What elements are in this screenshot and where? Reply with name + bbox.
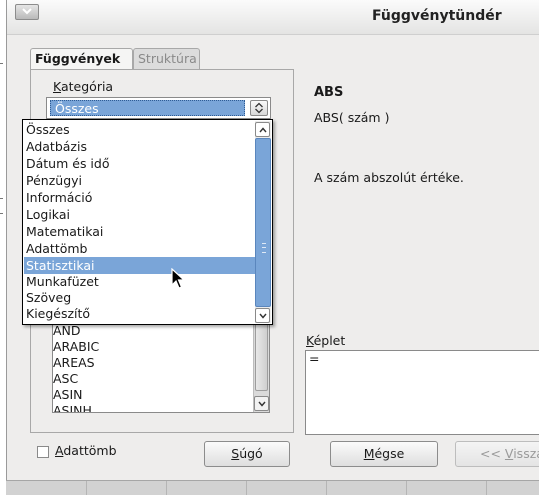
dropdown-option-matematikai[interactable]: Matematikai bbox=[24, 223, 255, 240]
dropdown-option-adattomb[interactable]: Adattömb bbox=[24, 240, 255, 257]
edge-mark bbox=[0, 213, 3, 214]
combo-arrow-button[interactable] bbox=[250, 100, 268, 116]
array-checkbox-label[interactable]: Adattömb bbox=[55, 443, 117, 458]
strip-divider bbox=[166, 481, 167, 495]
dropdown-option-adatbazis[interactable]: Adatbázis bbox=[24, 138, 255, 155]
strip-divider bbox=[246, 481, 247, 495]
mouse-pointer-icon bbox=[171, 268, 186, 289]
window-title: Függvénytündér bbox=[372, 8, 502, 24]
title-bar: Függvénytündér bbox=[7, 0, 539, 35]
tab-struktura[interactable]: Struktúra bbox=[133, 48, 200, 69]
list-item[interactable]: ASINH bbox=[53, 403, 92, 412]
tab-fuggvenyek[interactable]: Függvények bbox=[30, 48, 133, 71]
dropdown-option-penzugyi[interactable]: Pénzügyi bbox=[24, 172, 255, 189]
grip-icon bbox=[262, 243, 266, 253]
dropdown-option-szoveg[interactable]: Szöveg bbox=[24, 289, 255, 306]
edge-mark bbox=[0, 198, 3, 199]
scroll-up-button[interactable] bbox=[255, 122, 270, 137]
dropdown-option-logikai[interactable]: Logikai bbox=[24, 206, 255, 223]
formula-label: Képlet bbox=[306, 333, 346, 348]
dropdown-scrollbar[interactable] bbox=[255, 121, 271, 323]
function-syntax: ABS( szám ) bbox=[314, 110, 390, 125]
bottom-strip bbox=[6, 480, 539, 495]
strip-divider bbox=[326, 481, 327, 495]
list-item[interactable]: AREAS bbox=[53, 355, 95, 371]
chevron-down-icon bbox=[22, 8, 32, 15]
chevron-down-icon bbox=[258, 401, 266, 407]
dropdown-option-datum[interactable]: Dátum és idő bbox=[24, 155, 255, 172]
strip-divider bbox=[406, 481, 407, 495]
list-item[interactable]: ASC bbox=[53, 371, 78, 387]
edge-mark bbox=[0, 63, 3, 64]
scroll-down-button[interactable] bbox=[254, 396, 269, 411]
help-button[interactable]: Súgó bbox=[204, 441, 290, 467]
list-item[interactable]: ASIN bbox=[53, 387, 83, 403]
back-button[interactable]: << Vissza bbox=[455, 441, 539, 467]
dropdown-option-kiegeszito[interactable]: Kiegészítő bbox=[24, 305, 255, 322]
category-combobox[interactable]: Összes bbox=[46, 97, 271, 119]
category-label: Kategória bbox=[53, 79, 114, 94]
chevron-down-icon bbox=[259, 313, 267, 319]
function-name: ABS bbox=[314, 85, 344, 100]
list-item[interactable]: ARABIC bbox=[53, 339, 99, 355]
dropdown-option-statisztikai[interactable]: Statisztikai bbox=[24, 257, 255, 274]
array-checkbox[interactable] bbox=[37, 446, 49, 458]
chevron-up-icon bbox=[259, 127, 267, 133]
list-item[interactable]: AND bbox=[53, 323, 81, 339]
scrollbar-thumb[interactable] bbox=[255, 138, 271, 307]
function-description: A szám abszolút értéke. bbox=[314, 170, 464, 185]
scroll-down-button[interactable] bbox=[255, 308, 270, 323]
dropdown-option-informacio[interactable]: Információ bbox=[24, 189, 255, 206]
strip-divider bbox=[486, 481, 487, 495]
formula-field[interactable]: = bbox=[305, 350, 539, 435]
updown-arrows-icon bbox=[255, 102, 263, 114]
category-selected-value: Összes bbox=[50, 100, 245, 116]
strip-divider bbox=[86, 481, 87, 495]
dropdown-option-munkafuzet[interactable]: Munkafüzet bbox=[24, 273, 255, 290]
dropdown-option-osszes[interactable]: Összes bbox=[24, 121, 255, 138]
window-menu-button[interactable] bbox=[15, 4, 39, 20]
cancel-button[interactable]: Mégse bbox=[330, 441, 438, 467]
category-dropdown[interactable]: Összes Adatbázis Dátum és idő Pénzügyi I… bbox=[22, 119, 273, 325]
